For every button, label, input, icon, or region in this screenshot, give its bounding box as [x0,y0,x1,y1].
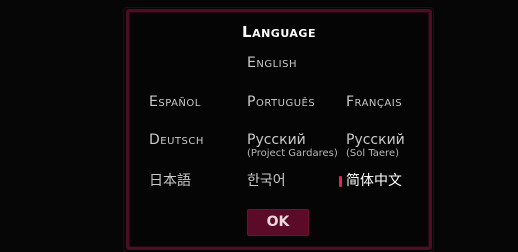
language-option-chinese-simplified[interactable]: 简体中文 [339,173,402,189]
language-option-spanish[interactable]: Español [149,95,201,110]
language-option-french[interactable]: Français [346,95,402,110]
ok-button[interactable]: OK [247,209,309,236]
language-sublabel: (Sol Taere) [346,148,400,159]
language-label: English [247,55,297,71]
language-label: Русский [346,132,405,148]
language-option-korean[interactable]: 한국어 [247,174,286,189]
language-dialog: Language English Español Português Franç… [123,7,434,252]
language-option-japanese[interactable]: 日本語 [149,174,191,189]
language-label: Español [149,94,201,110]
screen: Language English Español Português Franç… [0,0,518,252]
language-label: Русский [247,132,306,148]
language-label: 简体中文 [346,173,402,189]
language-label: 日本語 [149,173,191,189]
language-label: 한국어 [247,173,286,189]
language-option-russian-sol-taere[interactable]: Русский (Sol Taere) [346,133,405,160]
language-label: Português [247,94,316,110]
language-option-portuguese[interactable]: Português [247,95,315,110]
language-label: Deutsch [149,132,204,148]
language-option-english[interactable]: English [247,56,297,71]
language-label: Français [346,94,403,110]
language-option-russian-gardares[interactable]: Русский (Project Gardares) [247,133,338,160]
selection-marker-icon [339,176,342,187]
dialog-title: Language [242,23,316,41]
language-option-german[interactable]: Deutsch [149,133,204,148]
language-sublabel: (Project Gardares) [247,148,338,159]
